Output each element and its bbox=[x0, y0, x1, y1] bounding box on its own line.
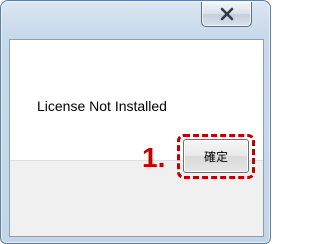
step-number-annotation: 1. bbox=[142, 142, 166, 173]
close-button[interactable] bbox=[201, 2, 252, 27]
ok-button[interactable]: 確定 bbox=[183, 139, 249, 173]
close-icon bbox=[220, 7, 233, 21]
dialog-window: License Not Installed 1. 確定 bbox=[0, 0, 271, 244]
message-text: License Not Installed bbox=[37, 98, 167, 114]
